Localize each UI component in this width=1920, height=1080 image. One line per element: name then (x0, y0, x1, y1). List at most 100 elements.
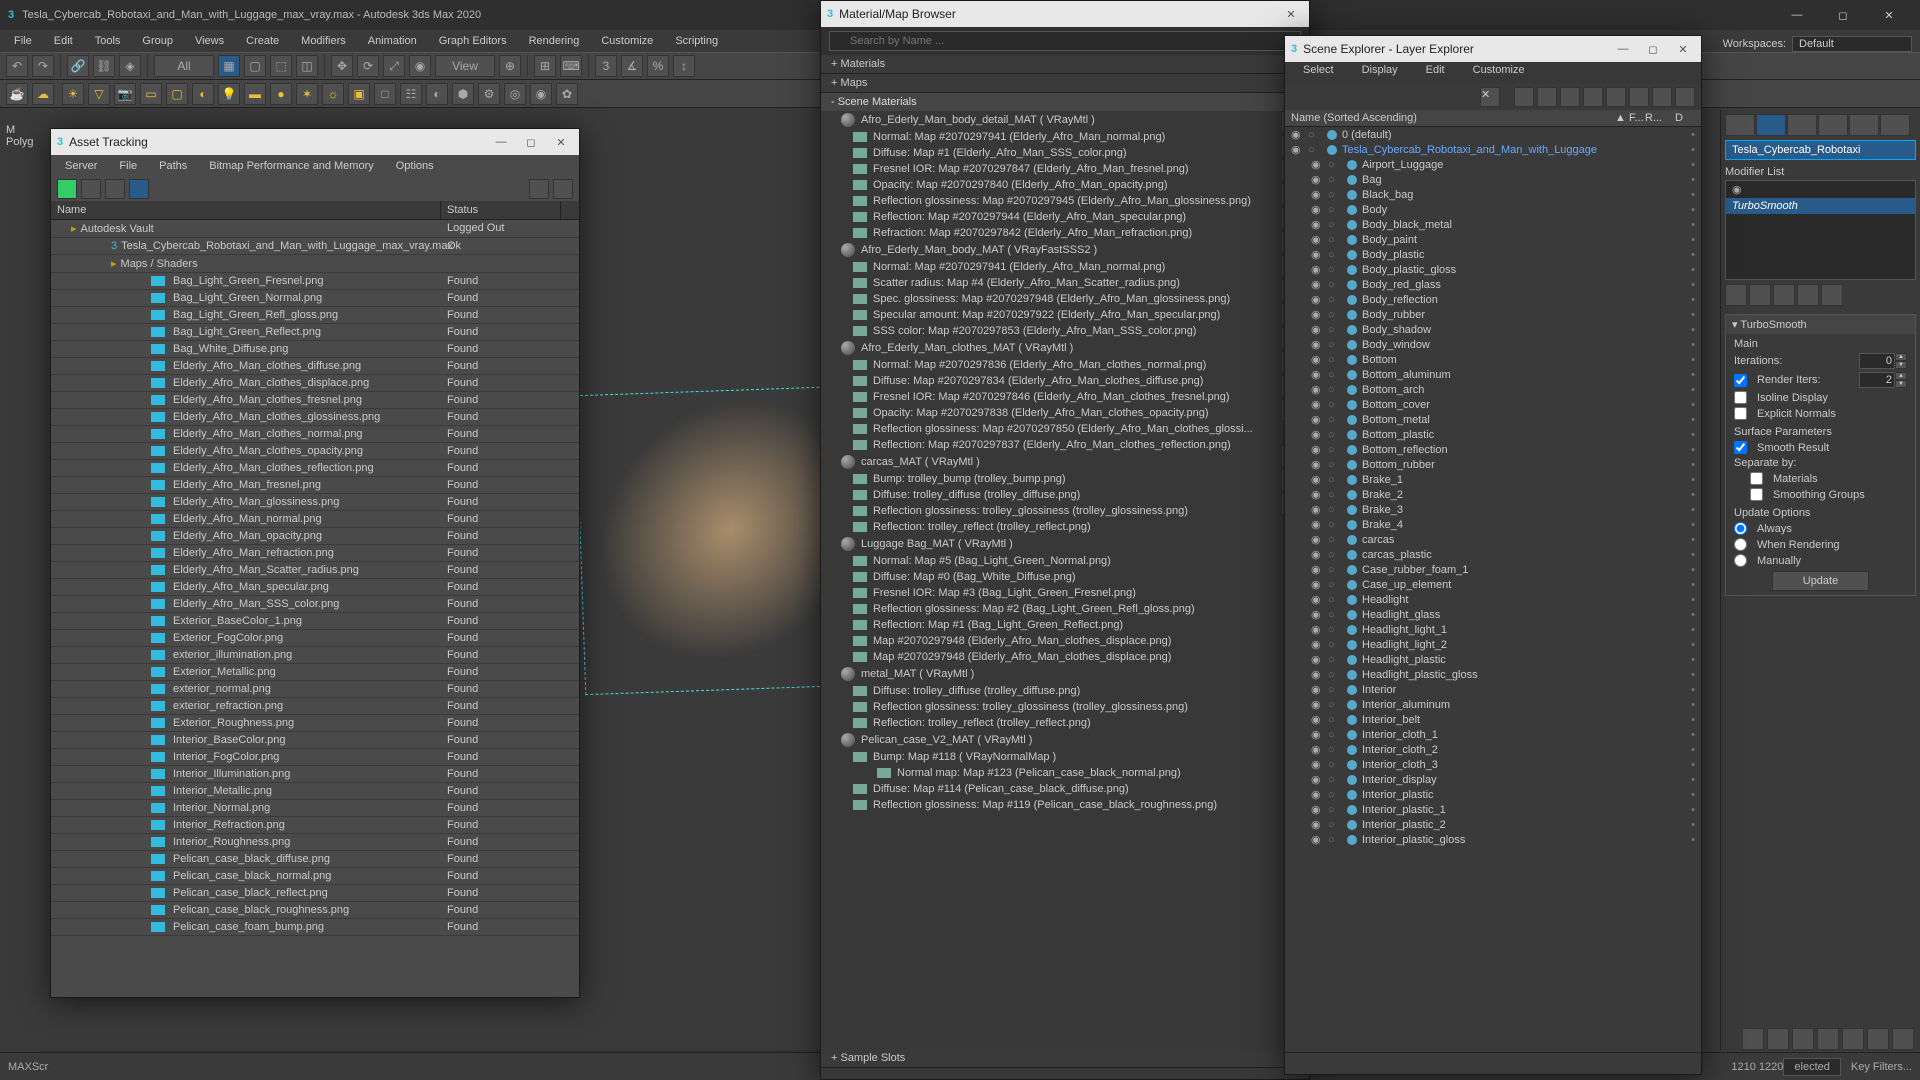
mat-item[interactable]: Map #2070297948 (Elderly_Afro_Man_clothe… (821, 649, 1309, 665)
scene-col-name[interactable]: Name (Sorted Ascending) (1291, 112, 1615, 124)
freeze-icon[interactable]: ○ (1328, 264, 1342, 276)
mat-item[interactable]: Diffuse: trolley_diffuse (trolley_diffus… (821, 683, 1309, 699)
manually-radio[interactable] (1734, 554, 1747, 567)
misc3-icon[interactable]: ◉ (530, 83, 552, 105)
freeze-icon[interactable]: ○ (1328, 339, 1342, 351)
decal-icon[interactable]: ⬢ (452, 83, 474, 105)
scene-list[interactable]: ◉○0 (default)•◉○Tesla_Cybercab_Robotaxi_… (1285, 127, 1701, 1035)
visibility-icon[interactable]: ◉ (1311, 503, 1325, 516)
mat-scene-section[interactable]: - Scene Materials (821, 93, 1309, 111)
modify-tab[interactable] (1756, 114, 1786, 136)
freeze-icon[interactable]: ○ (1328, 729, 1342, 741)
menu-rendering[interactable]: Rendering (519, 33, 590, 49)
dome-icon[interactable]: ◐ (192, 83, 214, 105)
plane-icon[interactable]: ▬ (244, 83, 266, 105)
asset-row[interactable]: Interior_Normal.pngFound (51, 800, 579, 817)
visibility-icon[interactable]: ◉ (1311, 683, 1325, 696)
asset-titlebar[interactable]: 3 Asset Tracking — ◻ ✕ (51, 129, 579, 155)
asset-row[interactable]: Elderly_Afro_Man_refraction.pngFound (51, 545, 579, 562)
asset-row[interactable]: Exterior_Roughness.pngFound (51, 715, 579, 732)
create-tab[interactable] (1725, 114, 1755, 136)
asset-row[interactable]: exterior_normal.pngFound (51, 681, 579, 698)
teapot-icon[interactable]: ☕ (6, 83, 28, 105)
freeze-icon[interactable]: ○ (1328, 639, 1342, 651)
mat-item[interactable]: Luggage Bag_MAT ( VRayMtl ) (821, 535, 1309, 553)
unlink-button[interactable]: ⛓ (93, 55, 115, 77)
scene-item[interactable]: ◉○Brake_3• (1285, 502, 1701, 517)
frame-icon[interactable]: ▢ (166, 83, 188, 105)
asset-tool-3[interactable] (129, 179, 149, 199)
asset-row[interactable]: Elderly_Afro_Man_clothes_displace.pngFou… (51, 375, 579, 392)
menu-create[interactable]: Create (236, 33, 289, 49)
misc4-icon[interactable]: ✿ (556, 83, 578, 105)
mat-item[interactable]: Diffuse: trolley_diffuse (trolley_diffus… (821, 487, 1309, 503)
freeze-icon[interactable]: ○ (1328, 489, 1342, 501)
freeze-icon[interactable]: ○ (1328, 594, 1342, 606)
asset-row[interactable]: Bag_White_Diffuse.pngFound (51, 341, 579, 358)
scene-item[interactable]: ◉○Bottom_metal• (1285, 412, 1701, 427)
clipper-icon[interactable]: ◐ (426, 83, 448, 105)
scale-button[interactable]: ⤢ (383, 55, 405, 77)
visibility-icon[interactable]: ◉ (1311, 668, 1325, 681)
visibility-icon[interactable]: ◉ (1311, 173, 1325, 186)
asset-row[interactable]: Pelican_case_foam_bump.pngFound (51, 919, 579, 936)
visibility-icon[interactable]: ◉ (1311, 758, 1325, 771)
asset-row[interactable]: Pelican_case_black_reflect.pngFound (51, 885, 579, 902)
select-window-button[interactable]: ◫ (296, 55, 318, 77)
scene-item[interactable]: ◉○Brake_4• (1285, 517, 1701, 532)
mat-item[interactable]: Reflection: trolley_reflect (trolley_ref… (821, 519, 1309, 535)
rollout-header[interactable]: ▾ TurboSmooth (1726, 315, 1915, 334)
scene-item[interactable]: ◉○Bottom• (1285, 352, 1701, 367)
visibility-icon[interactable]: ◉ (1311, 653, 1325, 666)
visibility-icon[interactable]: ◉ (1311, 458, 1325, 471)
mat-item[interactable]: Bump: Map #118 ( VRayNormalMap ) (821, 749, 1309, 765)
mesh-icon[interactable]: ▣ (348, 83, 370, 105)
ies-icon[interactable]: ✶ (296, 83, 318, 105)
scene-titlebar[interactable]: 3 Scene Explorer - Layer Explorer — ◻ ✕ (1285, 36, 1701, 62)
misc2-icon[interactable]: ◎ (504, 83, 526, 105)
visibility-icon[interactable]: ◉ (1311, 263, 1325, 276)
asset-row[interactable]: Interior_BaseColor.pngFound (51, 732, 579, 749)
visibility-icon[interactable]: ◉ (1311, 293, 1325, 306)
mat-item[interactable]: Reflection glossiness: Map #2 (Bag_Light… (821, 601, 1309, 617)
mat-close-button[interactable]: ✕ (1279, 8, 1303, 21)
scene-menu-select[interactable]: Select (1289, 62, 1348, 84)
asset-min-button[interactable]: — (489, 136, 513, 148)
freeze-icon[interactable]: ○ (1328, 324, 1342, 336)
asset-row[interactable]: Exterior_BaseColor_1.pngFound (51, 613, 579, 630)
mat-item[interactable]: Fresnel IOR: Map #2070297847 (Elderly_Af… (821, 161, 1309, 177)
visibility-icon[interactable]: ◉ (1311, 638, 1325, 651)
asset-row[interactable]: ▸Autodesk VaultLogged Out (51, 220, 579, 238)
freeze-icon[interactable]: ○ (1328, 219, 1342, 231)
freeze-icon[interactable]: ○ (1328, 474, 1342, 486)
freeze-icon[interactable]: ○ (1308, 129, 1322, 141)
scene-tool-1[interactable]: ✕ (1480, 87, 1500, 107)
scene-item[interactable]: ◉○Interior_cloth_1• (1285, 727, 1701, 742)
visibility-icon[interactable]: ◉ (1311, 713, 1325, 726)
scene-menu-customize[interactable]: Customize (1459, 62, 1539, 84)
freeze-icon[interactable]: ○ (1328, 579, 1342, 591)
col-name[interactable]: Name (51, 201, 441, 219)
scene-item[interactable]: ◉○Body_plastic_gloss• (1285, 262, 1701, 277)
scene-item[interactable]: ◉○Headlight_plastic_gloss• (1285, 667, 1701, 682)
select-name-button[interactable]: ▢ (244, 55, 266, 77)
mat-search-input[interactable] (829, 31, 1301, 51)
mat-item[interactable]: Normal map: Map #123 (Pelican_case_black… (821, 765, 1309, 781)
freeze-icon[interactable]: ○ (1328, 294, 1342, 306)
scene-tool-7[interactable] (1629, 87, 1649, 107)
scene-menu-edit[interactable]: Edit (1412, 62, 1459, 84)
freeze-icon[interactable]: ○ (1328, 669, 1342, 681)
mat-item[interactable]: metal_MAT ( VRayMtl ) (821, 665, 1309, 683)
vray-icon[interactable]: ▽ (88, 83, 110, 105)
mat-item[interactable]: Bump: trolley_bump (trolley_bump.png) (821, 471, 1309, 487)
scene-item[interactable]: ◉○Bottom_cover• (1285, 397, 1701, 412)
visibility-icon[interactable]: ◉ (1311, 803, 1325, 816)
render-icon[interactable]: ▭ (140, 83, 162, 105)
asset-row[interactable]: Elderly_Afro_Man_glossiness.pngFound (51, 494, 579, 511)
visibility-icon[interactable]: ◉ (1311, 608, 1325, 621)
mat-item[interactable]: Fresnel IOR: Map #2070297846 (Elderly_Af… (821, 389, 1309, 405)
misc1-icon[interactable]: ⚙ (478, 83, 500, 105)
visibility-icon[interactable]: ◉ (1311, 593, 1325, 606)
visibility-icon[interactable]: ◉ (1311, 788, 1325, 801)
mat-item[interactable]: Reflection: Map #1 (Bag_Light_Green_Refl… (821, 617, 1309, 633)
